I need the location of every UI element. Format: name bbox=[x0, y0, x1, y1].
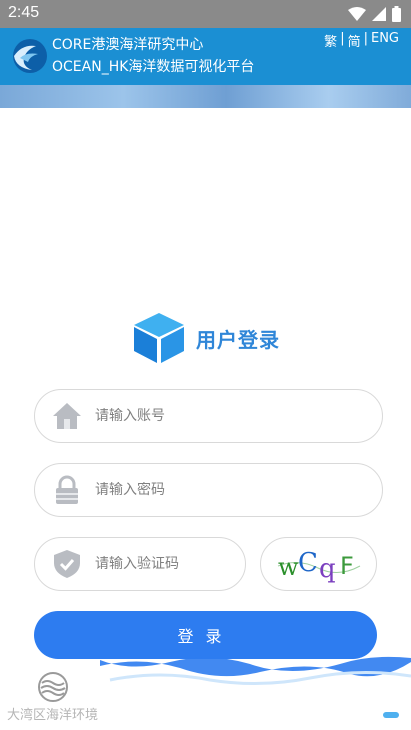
waves-icon bbox=[37, 672, 68, 702]
header-banner bbox=[0, 85, 411, 108]
captcha-char: w bbox=[278, 553, 299, 581]
cube-icon bbox=[134, 313, 184, 363]
captcha-char: q bbox=[319, 554, 336, 584]
login-screen: 2:45 CORE港澳海洋研究中心 OCEAN_HK海洋数据可视化平台 繁 | … bbox=[0, 0, 411, 730]
home-icon bbox=[53, 403, 81, 429]
lock-icon bbox=[56, 475, 78, 504]
lang-simplified[interactable]: 简 bbox=[348, 31, 361, 50]
nav-item-bay-area-ocean[interactable]: 大湾区海洋环境 bbox=[0, 668, 105, 728]
language-switch: 繁 | 简 | ENG bbox=[324, 31, 399, 50]
login-title: 用户登录 bbox=[196, 328, 280, 352]
account-input[interactable] bbox=[95, 408, 315, 424]
wave-decoration bbox=[100, 656, 411, 686]
lang-traditional[interactable]: 繁 bbox=[324, 31, 337, 50]
app-header: CORE港澳海洋研究中心 OCEAN_HK海洋数据可视化平台 繁 | 简 | E… bbox=[0, 28, 411, 85]
account-field[interactable] bbox=[34, 389, 383, 443]
status-bar: 2:45 bbox=[0, 0, 411, 28]
status-icons bbox=[348, 6, 401, 22]
org-name: CORE港澳海洋研究中心 bbox=[52, 37, 204, 53]
lang-english[interactable]: ENG bbox=[371, 31, 399, 50]
nav-label: 大湾区海洋环境 bbox=[6, 708, 98, 723]
lang-separator: | bbox=[363, 31, 368, 46]
lang-separator: | bbox=[340, 31, 345, 46]
corner-indicator bbox=[383, 712, 399, 718]
wifi-icon bbox=[348, 7, 366, 21]
captcha-field[interactable] bbox=[34, 537, 246, 591]
battery-icon bbox=[392, 6, 401, 22]
platform-name: OCEAN_HK海洋数据可视化平台 bbox=[52, 59, 255, 75]
password-input[interactable] bbox=[95, 482, 315, 498]
password-field[interactable] bbox=[34, 463, 383, 517]
captcha-graphic: w C q F bbox=[277, 548, 360, 584]
status-time: 2:45 bbox=[8, 4, 40, 21]
login-heading: 用户登录 bbox=[132, 311, 332, 365]
captcha-char: C bbox=[298, 548, 318, 578]
signal-icon bbox=[372, 7, 386, 21]
captcha-input[interactable] bbox=[95, 556, 215, 572]
captcha-char: F bbox=[340, 552, 354, 580]
shield-check-icon bbox=[54, 550, 80, 578]
captcha-image[interactable]: w C q F bbox=[260, 537, 377, 591]
logo-icon bbox=[13, 39, 47, 73]
